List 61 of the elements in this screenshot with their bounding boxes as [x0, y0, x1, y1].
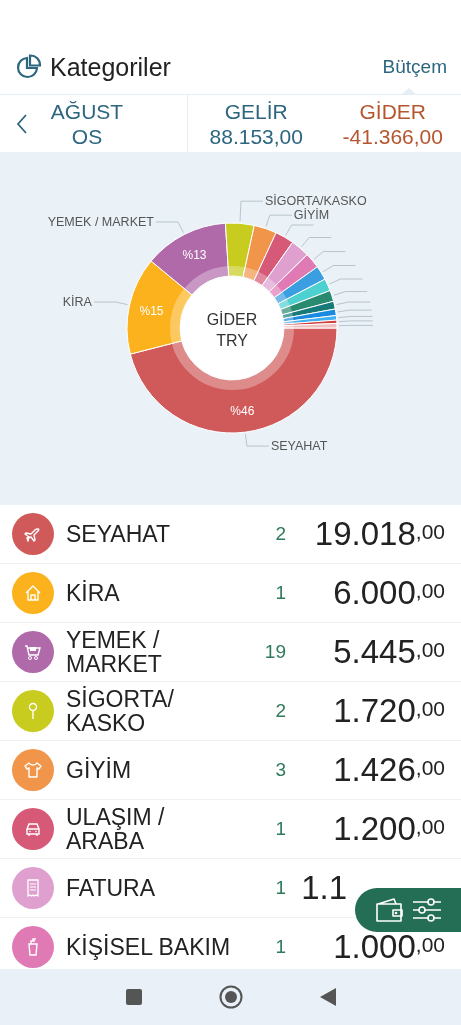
- income-amount: 88.153,00: [209, 123, 303, 149]
- category-amount: 5.445$^{,00}$: [332, 633, 445, 671]
- category-amount: 1.720$^{,00}$: [332, 692, 445, 730]
- chart-category-label: SEYAHAT: [270, 439, 328, 454]
- chart-category-label: KİRA: [62, 295, 92, 310]
- leader-line: [329, 278, 363, 285]
- home-icon[interactable]: [218, 985, 243, 1009]
- slice-percent-label: %46: [230, 403, 255, 418]
- leader-line: [285, 224, 315, 236]
- leader-line: [155, 221, 184, 234]
- budget-tab[interactable]: Bütçem: [382, 56, 447, 78]
- recent-apps-icon[interactable]: [124, 988, 143, 1006]
- wallet-icon: [374, 896, 406, 924]
- leader-line: [335, 301, 371, 306]
- category-name: KİŞİSEL BAKIM: [66, 935, 232, 959]
- pie-chart-icon: [16, 54, 42, 80]
- category-name: YEMEK / MARKET: [66, 628, 163, 676]
- leader-line: [322, 265, 356, 273]
- category-name: KİRA: [66, 581, 121, 605]
- category-amount: 6.000$^{,00}$: [332, 574, 445, 612]
- chart-center-title: GİDER: [206, 311, 258, 328]
- category-amount: 1.000$^{,00}$: [332, 928, 445, 966]
- transaction-count: 1: [274, 818, 286, 840]
- income-label: GELİR: [224, 98, 288, 124]
- category-amount: 1.200$^{,00}$: [332, 810, 445, 848]
- transaction-count: 1: [274, 936, 286, 958]
- leader-line: [93, 301, 129, 306]
- transaction-count: 1: [274, 877, 286, 899]
- transaction-count: 3: [274, 759, 286, 781]
- slice-percent-label: %13: [182, 248, 207, 263]
- leader-line: [313, 251, 346, 260]
- budget-settings-button[interactable]: [355, 888, 461, 932]
- leader-line: [337, 309, 373, 313]
- chart-category-label: YEMEK / MARKET: [47, 214, 154, 229]
- category-amount: 1.1: [300, 869, 348, 907]
- leader-line: [244, 433, 270, 447]
- category-name: GİYİM: [66, 758, 133, 782]
- transaction-count: 2: [274, 523, 286, 545]
- leader-line: [301, 237, 332, 248]
- chart-center-subtitle: TRY: [216, 332, 248, 349]
- category-name: FATURA: [66, 876, 157, 900]
- expense-amount: -41.366,00: [342, 123, 443, 149]
- category-amount: 19.018$^{,00}$: [313, 515, 445, 553]
- tab-indicator: [401, 88, 417, 95]
- back-chevron-icon[interactable]: [16, 112, 28, 135]
- back-icon[interactable]: [318, 987, 337, 1007]
- transaction-count: 19: [263, 641, 286, 663]
- expense-label: GİDER: [359, 98, 426, 124]
- transaction-count: 2: [274, 700, 286, 722]
- sliders-icon: [412, 897, 442, 923]
- chart-category-label: SİGORTA/KASKO: [264, 194, 367, 209]
- category-amount: 1.426$^{,00}$: [332, 751, 445, 789]
- category-name: SEYAHAT: [66, 522, 171, 546]
- category-name: SİGORTA/ KASKO: [66, 687, 175, 735]
- page-title: Kategoriler: [50, 52, 172, 82]
- month-label[interactable]: AĞUSTOS: [50, 98, 124, 149]
- transaction-count: 1: [274, 582, 286, 604]
- slice-percent-label: %15: [139, 304, 164, 318]
- chart-category-label: GİYİM: [293, 208, 330, 223]
- leader-line: [333, 291, 368, 296]
- category-name: ULAŞIM / ARABA: [66, 805, 166, 853]
